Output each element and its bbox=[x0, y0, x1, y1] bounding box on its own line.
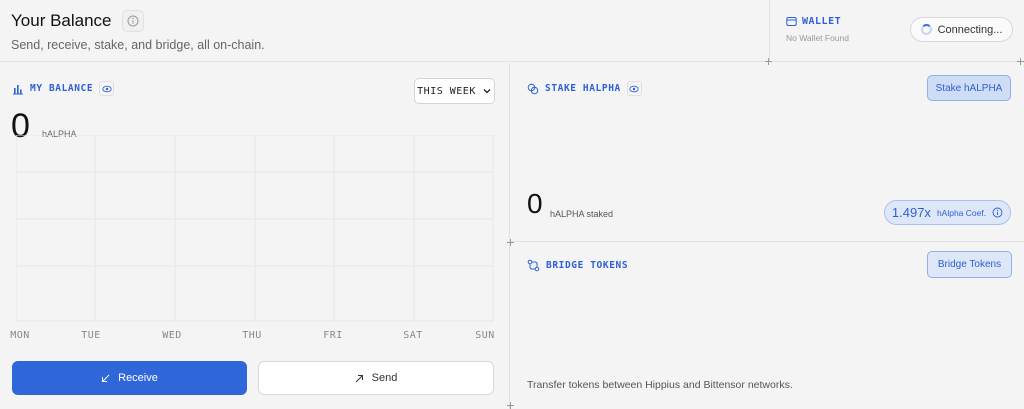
day-label: WED bbox=[162, 330, 182, 341]
day-label: SAT bbox=[403, 330, 423, 341]
period-select-label: THIS WEEK bbox=[417, 85, 476, 97]
bar-chart-icon bbox=[13, 84, 23, 94]
chart-day-axis: MON TUE WED THU FRI SAT SUN bbox=[10, 330, 496, 344]
wallet-label-row: WALLET bbox=[786, 16, 841, 27]
bridge-section-label: BRIDGE TOKENS bbox=[546, 260, 629, 271]
send-button[interactable]: Send bbox=[258, 361, 494, 395]
page-subtitle: Send, receive, stake, and bridge, all on… bbox=[11, 38, 265, 52]
connect-label: Connecting... bbox=[937, 23, 1003, 36]
stake-section-header: STAKE HALPHA bbox=[527, 81, 642, 96]
coefficient-label: hAlpha Coef. bbox=[936, 207, 987, 218]
page-header: Your Balance Send, receive, stake, and b… bbox=[0, 0, 768, 62]
day-label: FRI bbox=[323, 330, 343, 341]
bridge-panel: BRIDGE TOKENS Bridge Tokens Transfer tok… bbox=[511, 243, 1024, 409]
staked-amount: 0 bbox=[527, 188, 543, 219]
balance-section-label: MY BALANCE bbox=[30, 83, 94, 94]
bridge-section-header: BRIDGE TOKENS bbox=[527, 259, 628, 272]
wallet-icon bbox=[786, 17, 797, 26]
wallet-label: WALLET bbox=[802, 16, 842, 27]
toggle-visibility-button[interactable] bbox=[626, 81, 642, 96]
day-label: THU bbox=[242, 330, 262, 341]
bridge-icon bbox=[527, 259, 540, 272]
page-title: Your Balance bbox=[11, 11, 112, 30]
eye-icon bbox=[102, 85, 112, 92]
arrow-down-left-icon bbox=[102, 374, 110, 382]
arrow-up-right-icon bbox=[355, 374, 363, 382]
corner-marker bbox=[507, 402, 514, 409]
period-select[interactable]: THIS WEEK bbox=[414, 78, 495, 104]
info-button[interactable] bbox=[121, 10, 144, 32]
info-icon[interactable] bbox=[992, 207, 1003, 218]
balance-chart-grid bbox=[16, 135, 494, 322]
balance-section-header: MY BALANCE bbox=[12, 81, 115, 96]
bridge-button[interactable]: Bridge Tokens bbox=[927, 251, 1012, 278]
eye-icon bbox=[629, 85, 639, 92]
day-label: TUE bbox=[81, 330, 101, 341]
receive-button[interactable]: Receive bbox=[12, 361, 247, 395]
staked-unit: hALPHA staked bbox=[550, 209, 614, 219]
coefficient-badge: 1.497x hAlpha Coef. bbox=[884, 200, 1011, 225]
toggle-visibility-button[interactable] bbox=[99, 81, 115, 96]
bridge-description: Transfer tokens between Hippius and Bitt… bbox=[527, 379, 793, 391]
day-label: SUN bbox=[475, 330, 495, 341]
info-icon bbox=[127, 15, 139, 27]
stake-panel: STAKE HALPHA Stake hALPHA 0 hALPHA stake… bbox=[511, 63, 1024, 242]
coefficient-value: 1.497x bbox=[891, 205, 931, 220]
stake-section-label: STAKE HALPHA bbox=[545, 83, 621, 94]
corner-marker bbox=[1017, 58, 1024, 65]
balance-panel: MY BALANCE THIS WEEK 0 hALPHA MON TUE WE… bbox=[0, 63, 510, 409]
connect-wallet-button[interactable]: Connecting... bbox=[910, 17, 1013, 42]
corner-marker bbox=[507, 239, 514, 246]
receive-label: Receive bbox=[118, 372, 158, 384]
wallet-status: No Wallet Found bbox=[786, 33, 849, 43]
spinner-icon bbox=[920, 24, 932, 35]
wallet-panel: WALLET No Wallet Found Connecting... bbox=[769, 0, 1024, 62]
chevron-down-icon bbox=[483, 89, 491, 94]
coins-icon bbox=[527, 83, 539, 94]
title-row: Your Balance bbox=[11, 10, 144, 32]
stake-button[interactable]: Stake hALPHA bbox=[927, 75, 1011, 101]
send-label: Send bbox=[371, 372, 398, 384]
day-label: MON bbox=[10, 330, 30, 341]
corner-marker bbox=[765, 58, 772, 65]
